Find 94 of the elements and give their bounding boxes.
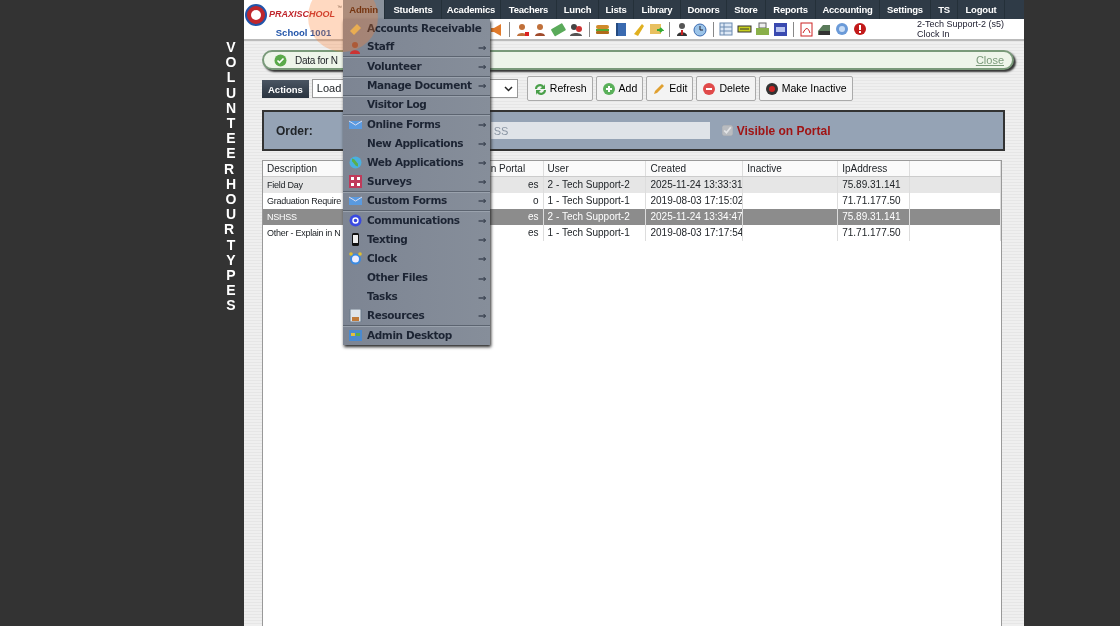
toolbar-button[interactable]: Add — [595, 76, 644, 101]
nav-tab[interactable]: Teachers — [501, 0, 557, 19]
document-icon — [349, 309, 362, 323]
menu-item[interactable]: Custom Forms ⇒ — [343, 191, 490, 211]
table-cell: 2025-11-24 13:34:47 — [646, 209, 744, 225]
nav-tab[interactable]: Accounting — [816, 0, 880, 19]
phone-icon — [349, 233, 362, 247]
toolbar-button[interactable]: Edit — [646, 76, 694, 101]
pencil-icon — [652, 81, 667, 96]
grid-icon — [349, 175, 362, 189]
submenu-arrow: ⇒ — [478, 290, 486, 305]
menu-item[interactable]: Resources ⇒ — [343, 306, 490, 326]
people-icon — [569, 21, 584, 37]
nav-tab[interactable]: Logout — [958, 0, 1005, 19]
table-cell: 71.71.177.50 — [838, 225, 911, 241]
submenu-arrow: ⇒ — [478, 79, 486, 94]
clock-icon — [693, 21, 708, 37]
refresh-icon — [532, 81, 547, 96]
money-icon — [551, 21, 566, 37]
menu-item[interactable]: Tasks ⇒ — [343, 287, 490, 307]
table-cell: 2019-08-03 17:17:54 — [646, 225, 744, 241]
school-name: School 1001 — [275, 26, 332, 40]
person-icon — [533, 21, 548, 37]
printer-icon — [755, 21, 770, 37]
minus-icon — [702, 81, 717, 96]
caret-icon — [503, 85, 513, 92]
table-cell: 75.89.31.141 — [838, 177, 911, 193]
submenu-arrow: ⇒ — [478, 175, 486, 190]
toolbar-button[interactable]: Make Inactive — [758, 76, 853, 101]
ticket-icon — [349, 22, 362, 36]
submenu-arrow: ⇒ — [478, 309, 486, 324]
nav-tab[interactable]: Donors — [681, 0, 727, 19]
nav-tab[interactable]: Lunch — [557, 0, 599, 19]
submenu-arrow: ⇒ — [478, 40, 486, 55]
order-label: Order: — [276, 122, 313, 140]
person-icon — [675, 21, 690, 37]
envelope-icon — [349, 118, 362, 132]
stop-icon — [853, 21, 868, 37]
menu-item[interactable]: Surveys ⇒ — [343, 172, 490, 192]
clock-in-link[interactable]: Clock In — [916, 29, 950, 39]
nav-tab[interactable]: Library — [634, 0, 681, 19]
nav-tab[interactable]: Settings — [880, 0, 931, 19]
menu-item[interactable]: Visitor Log — [343, 95, 490, 115]
person-add-icon — [515, 21, 530, 37]
book-icon — [613, 21, 628, 37]
column-header[interactable]: Inactive — [743, 161, 839, 176]
check-icon — [274, 53, 287, 67]
person-icon — [349, 40, 362, 54]
brand-name: PRAXISCHOOL — [269, 8, 335, 22]
table-cell: 75.89.31.141 — [838, 209, 911, 225]
menu-item[interactable]: Admin Desktop — [343, 326, 490, 346]
actions-label: Actions — [262, 79, 309, 98]
desktop-icon — [349, 329, 362, 343]
note-icon — [649, 21, 664, 37]
table-icon — [719, 21, 734, 37]
visible-label: Visible on Portal — [736, 122, 831, 140]
menu-item[interactable]: Other Files ⇒ — [343, 268, 490, 288]
menu-item[interactable]: Clock ⇒ — [343, 249, 490, 269]
nav-tab[interactable]: Lists — [599, 0, 634, 19]
plus-icon — [601, 81, 616, 96]
toolbar-button[interactable]: Delete — [696, 76, 756, 101]
vertical-title: VOLUNTEER HOUR TYPES — [224, 40, 238, 316]
toolbar-button[interactable]: Refresh — [526, 76, 593, 101]
column-header[interactable]: User — [543, 161, 647, 176]
submenu-arrow: ⇒ — [478, 271, 486, 286]
submenu-arrow: ⇒ — [478, 156, 486, 171]
table-cell: 2 - Tech Support-2 — [543, 177, 647, 193]
menu-item[interactable]: Manage Document ⇒ — [343, 76, 490, 96]
menu-item[interactable]: Online Forms ⇒ — [343, 114, 490, 135]
menu-item[interactable]: Volunteer ⇒ — [343, 57, 490, 77]
at-sign-icon — [349, 213, 362, 227]
submenu-arrow: ⇒ — [478, 194, 486, 209]
submenu-arrow: ⇒ — [478, 213, 486, 228]
table-cell: 2025-11-24 13:33:31 — [646, 177, 744, 193]
menu-item[interactable]: New Applications ⇒ — [343, 134, 490, 154]
submenu-arrow: ⇒ — [478, 252, 486, 267]
globe-icon — [349, 156, 362, 170]
user-name: 2-Tech Support-2 (s5) — [916, 19, 1004, 29]
table-cell: 1 - Tech Support-1 — [543, 225, 647, 241]
alert-text: Data for N — [295, 53, 338, 68]
alarm-clock-icon — [349, 252, 362, 266]
column-header[interactable]: IpAddress — [838, 161, 911, 176]
menu-item[interactable]: Accounts Receivable — [343, 19, 490, 39]
table-cell: 2 - Tech Support-2 — [543, 209, 647, 225]
nav-tab[interactable]: TS — [931, 0, 958, 19]
column-header[interactable]: Created — [646, 161, 744, 176]
menu-item[interactable]: Staff ⇒ — [343, 38, 490, 58]
nav-tab[interactable]: Store — [727, 0, 766, 19]
submenu-arrow: ⇒ — [478, 137, 486, 152]
nav-tab[interactable]: Reports — [766, 0, 816, 19]
submenu-arrow: ⇒ — [478, 118, 486, 133]
envelope-icon — [349, 194, 362, 208]
submenu-arrow: ⇒ — [478, 59, 486, 74]
stop-icon — [764, 81, 779, 96]
